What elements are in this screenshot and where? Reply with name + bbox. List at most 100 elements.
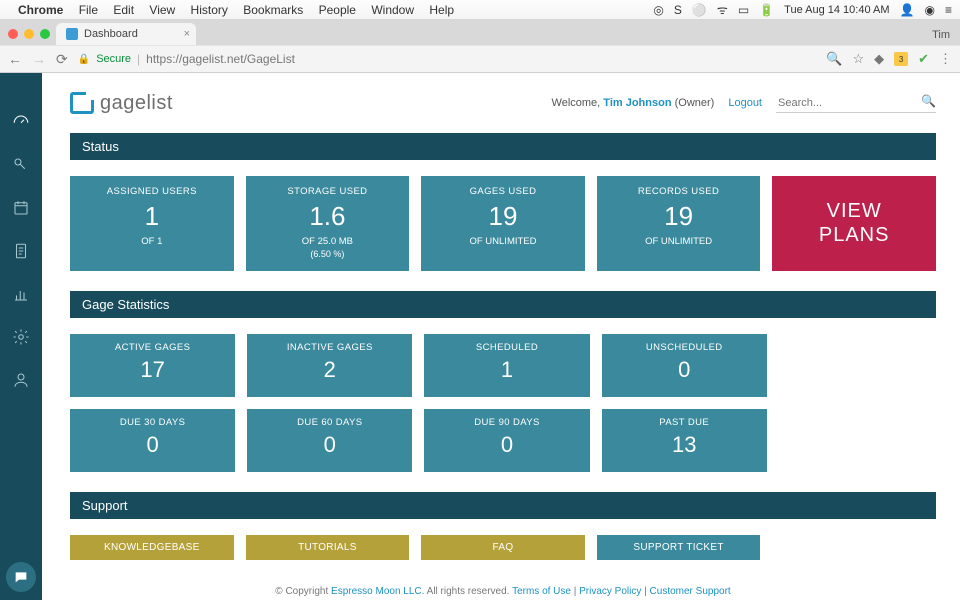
browser-tab[interactable]: Dashboard ×: [56, 23, 196, 45]
support-button-row: KNOWLEDGEBASE TUTORIALS FAQ SUPPORT TICK…: [70, 535, 936, 560]
footer-link-privacy[interactable]: Privacy Policy: [579, 586, 641, 597]
card-past-due[interactable]: PAST DUE 13: [602, 409, 767, 472]
sidebar-item-records[interactable]: [12, 242, 30, 265]
view-plans-button[interactable]: VIEW PLANS: [772, 176, 936, 271]
back-button[interactable]: ←: [8, 51, 22, 68]
window-controls: [6, 29, 56, 45]
gear-icon: [12, 328, 30, 346]
card-gages-used[interactable]: GAGES USED 19 OF UNLIMITED: [421, 176, 585, 271]
status-icon[interactable]: ◎: [653, 3, 663, 17]
tab-title: Dashboard: [84, 28, 138, 40]
card-active-gages[interactable]: ACTIVE GAGES 17: [70, 334, 235, 397]
battery-icon[interactable]: 🔋: [759, 3, 774, 17]
sidebar-item-calendar[interactable]: [12, 199, 30, 222]
footer-company-link[interactable]: Espresso Moon LLC.: [331, 586, 424, 597]
lock-icon: 🔒: [78, 54, 90, 65]
user-name: Tim Johnson: [603, 97, 671, 109]
wifi-icon[interactable]: ᯤ: [717, 1, 728, 18]
chat-icon: [13, 569, 29, 585]
search-button[interactable]: 🔍: [921, 94, 936, 108]
gauge-icon: [12, 113, 30, 131]
menubar-clock[interactable]: Tue Aug 14 10:40 AM: [784, 4, 889, 16]
sidebar-item-reports[interactable]: [12, 285, 30, 308]
menubar-item[interactable]: Edit: [113, 3, 134, 17]
user-icon: [12, 371, 30, 389]
search-input[interactable]: [776, 94, 936, 113]
extension-icon[interactable]: ◆: [874, 51, 884, 67]
chrome-menu-button[interactable]: ⋮: [939, 51, 952, 67]
forward-button[interactable]: →: [32, 51, 46, 68]
card-unscheduled[interactable]: UNSCHEDULED 0: [602, 334, 767, 397]
card-assigned-users[interactable]: ASSIGNED USERS 1 OF 1: [70, 176, 234, 271]
stats-card-row-1: ACTIVE GAGES 17 INACTIVE GAGES 2 SCHEDUL…: [70, 334, 936, 397]
user-role: (Owner): [675, 97, 715, 109]
minimize-window-button[interactable]: [24, 29, 34, 39]
wifi-icon[interactable]: ⚪: [692, 3, 707, 17]
chart-icon: [12, 285, 30, 303]
extension-check-icon[interactable]: ✔: [918, 51, 929, 67]
url-text: https://gagelist.net/GageList: [146, 52, 295, 66]
section-header-support: Support: [70, 492, 936, 519]
knowledgebase-button[interactable]: KNOWLEDGEBASE: [70, 535, 234, 560]
stats-card-row-2: DUE 30 DAYS 0 DUE 60 DAYS 0 DUE 90 DAYS …: [70, 409, 936, 472]
calendar-icon: [12, 199, 30, 217]
menu-icon[interactable]: ≡: [945, 3, 952, 17]
logo-mark: [70, 92, 94, 114]
spotlight-icon[interactable]: ◉: [925, 3, 935, 17]
status-icon[interactable]: S: [674, 3, 682, 17]
logout-link[interactable]: Logout: [728, 97, 762, 109]
chrome-tab-strip: Dashboard × Tim: [0, 20, 960, 45]
chat-button[interactable]: [6, 562, 36, 592]
status-card-row: ASSIGNED USERS 1 OF 1 STORAGE USED 1.6 O…: [70, 176, 936, 271]
footer-link-support[interactable]: Customer Support: [650, 586, 731, 597]
menubar-item[interactable]: File: [79, 3, 98, 17]
tab-favicon: [66, 28, 78, 40]
extension-badge[interactable]: 3: [894, 52, 908, 66]
menubar-item[interactable]: View: [149, 3, 175, 17]
display-icon[interactable]: ▭: [738, 3, 749, 17]
wrench-icon: [12, 156, 30, 174]
sidebar-item-dashboard[interactable]: [12, 113, 30, 136]
logo[interactable]: gagelist: [70, 92, 173, 115]
card-records-used[interactable]: RECORDS USED 19 OF UNLIMITED: [597, 176, 761, 271]
close-window-button[interactable]: [8, 29, 18, 39]
support-ticket-button[interactable]: SUPPORT TICKET: [597, 535, 761, 560]
card-due-60[interactable]: DUE 60 DAYS 0: [247, 409, 412, 472]
menubar-app[interactable]: Chrome: [18, 3, 63, 17]
user-icon[interactable]: 👤: [900, 3, 915, 17]
tutorials-button[interactable]: TUTORIALS: [246, 535, 410, 560]
menubar-item[interactable]: Window: [371, 3, 414, 17]
welcome-text: Welcome, Tim Johnson (Owner): [552, 97, 715, 109]
secure-label: Secure: [96, 53, 131, 65]
menubar-item[interactable]: History: [191, 3, 228, 17]
document-icon: [12, 242, 30, 260]
faq-button[interactable]: FAQ: [421, 535, 585, 560]
macos-menubar: Chrome File Edit View History Bookmarks …: [0, 0, 960, 20]
sidebar-item-search[interactable]: [12, 156, 30, 179]
sidebar-item-users[interactable]: [12, 371, 30, 394]
card-due-90[interactable]: DUE 90 DAYS 0: [424, 409, 589, 472]
reload-button[interactable]: ⟳: [56, 51, 68, 68]
section-header-gage-stats: Gage Statistics: [70, 291, 936, 318]
main-content: gagelist Welcome, Tim Johnson (Owner) Lo…: [42, 73, 960, 600]
sidebar-item-settings[interactable]: [12, 328, 30, 351]
menubar-item[interactable]: People: [319, 3, 356, 17]
app-topbar: gagelist Welcome, Tim Johnson (Owner) Lo…: [70, 83, 936, 123]
browser-toolbar: ← → ⟳ 🔒 Secure | https://gagelist.net/Ga…: [0, 45, 960, 73]
menubar-item[interactable]: Bookmarks: [243, 3, 303, 17]
footer-link-terms[interactable]: Terms of Use: [512, 586, 571, 597]
chrome-profile-label[interactable]: Tim: [932, 29, 960, 45]
card-storage-used[interactable]: STORAGE USED 1.6 OF 25.0 MB (6.50 %): [246, 176, 410, 271]
address-bar[interactable]: 🔒 Secure | https://gagelist.net/GageList: [78, 52, 295, 66]
sidebar: [0, 73, 42, 600]
close-tab-button[interactable]: ×: [184, 28, 190, 40]
menubar-item[interactable]: Help: [429, 3, 454, 17]
card-due-30[interactable]: DUE 30 DAYS 0: [70, 409, 235, 472]
section-header-status: Status: [70, 133, 936, 160]
star-icon[interactable]: ☆: [852, 51, 864, 67]
card-inactive-gages[interactable]: INACTIVE GAGES 2: [247, 334, 412, 397]
card-scheduled[interactable]: SCHEDULED 1: [424, 334, 589, 397]
maximize-window-button[interactable]: [40, 29, 50, 39]
search-icon[interactable]: 🔍: [826, 51, 842, 67]
footer: © Copyright Espresso Moon LLC. All right…: [70, 576, 936, 600]
